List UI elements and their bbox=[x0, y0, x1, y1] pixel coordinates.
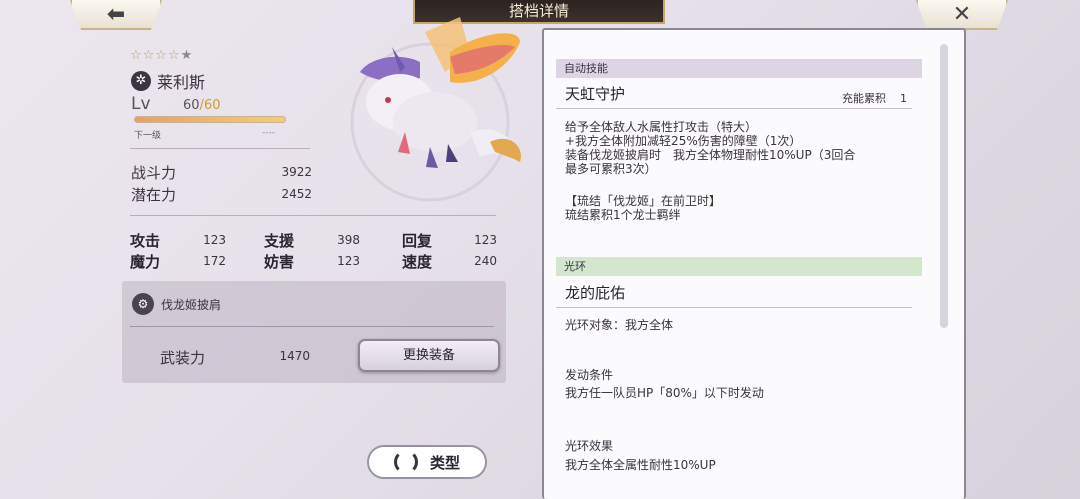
character-name: 莱利斯 bbox=[157, 73, 206, 92]
potential-value: 2452 bbox=[281, 187, 312, 201]
divider bbox=[556, 307, 912, 308]
aura-condition: 我方任一队员HP「80%」以下时发动 bbox=[565, 386, 764, 400]
divider bbox=[130, 148, 310, 149]
level-progress-bar bbox=[134, 116, 286, 123]
divider bbox=[130, 326, 494, 327]
change-equipment-button[interactable]: 更换装备 bbox=[358, 339, 500, 372]
magic-label: 魔力 bbox=[130, 253, 161, 271]
recovery-value: 123 bbox=[474, 233, 497, 247]
close-button[interactable]: ✕ bbox=[916, 0, 1008, 30]
aura-effect: 我方全体全属性耐性10%UP bbox=[565, 458, 716, 472]
attack-label: 攻击 bbox=[130, 232, 161, 250]
star-rating: ☆☆☆☆★ bbox=[130, 48, 194, 63]
armament-value: 1470 bbox=[279, 349, 310, 363]
speed-label: 速度 bbox=[402, 253, 433, 271]
character-name-row: ✲ 莱利斯 bbox=[131, 69, 205, 93]
divider bbox=[130, 215, 496, 216]
aura-target: 光环对象：我方全体 bbox=[565, 318, 674, 332]
combat-power-value: 3922 bbox=[281, 165, 312, 179]
magic-value: 172 bbox=[203, 254, 226, 268]
next-level-value: ---- bbox=[262, 128, 275, 138]
back-button[interactable]: ⬅ bbox=[70, 0, 162, 30]
speed-value: 240 bbox=[474, 254, 497, 268]
hinder-label: 妨害 bbox=[264, 253, 295, 271]
recovery-label: 回复 bbox=[402, 232, 433, 250]
level-label: Lv bbox=[131, 94, 151, 114]
armament-label: 武装力 bbox=[160, 349, 206, 367]
divider bbox=[556, 108, 912, 109]
character-artwork bbox=[350, 17, 521, 202]
energy-accumulation: 充能累积 1 bbox=[842, 92, 907, 105]
level-value: 60/60 bbox=[183, 98, 221, 113]
aura-effect-label: 光环效果 bbox=[565, 439, 614, 453]
swap-icon bbox=[393, 450, 418, 474]
potential-label: 潜在力 bbox=[131, 186, 177, 204]
close-icon: ✕ bbox=[952, 1, 972, 27]
aura-name: 龙的庇佑 bbox=[565, 284, 626, 302]
support-label: 支援 bbox=[264, 232, 295, 250]
scrollbar[interactable] bbox=[940, 44, 948, 328]
type-button[interactable]: 类型 bbox=[367, 445, 487, 479]
auto-skill-name: 天虹守护 bbox=[565, 85, 626, 103]
aura-category: 光环 bbox=[556, 257, 922, 276]
hinder-value: 123 bbox=[337, 254, 360, 268]
combat-power-label: 战斗力 bbox=[131, 164, 177, 182]
element-icon: ✲ bbox=[131, 71, 151, 91]
auto-skill-bond: 【琉结「伐龙姬」在前卫时】 琉结累积1个龙士羁绊 bbox=[565, 194, 722, 222]
back-arrow-icon: ⬅ bbox=[106, 1, 126, 27]
aura-condition-label: 发动条件 bbox=[565, 368, 614, 382]
attack-value: 123 bbox=[203, 233, 226, 247]
support-value: 398 bbox=[337, 233, 360, 247]
type-label: 类型 bbox=[429, 453, 460, 472]
next-level-label: 下一级 bbox=[134, 131, 162, 141]
equipment-name: 伐龙姬披肩 bbox=[161, 298, 222, 312]
auto-skill-category: 自动技能 bbox=[556, 59, 922, 78]
auto-skill-description: 给予全体敌人水属性打攻击（特大） +我方全体附加减轻25%伤害的障壁（1次） 装… bbox=[565, 120, 856, 176]
equipment-icon: ⚙ bbox=[132, 293, 154, 315]
